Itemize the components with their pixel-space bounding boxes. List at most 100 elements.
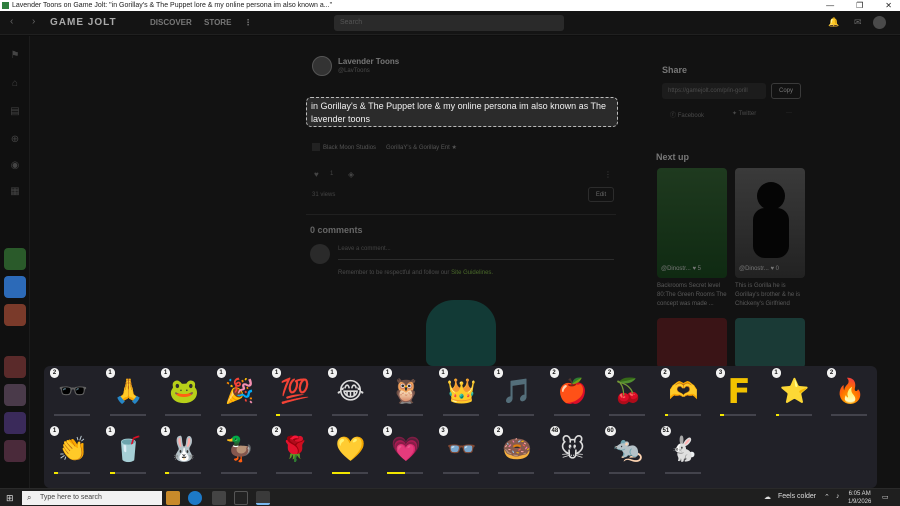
next-up-card[interactable] <box>657 168 727 278</box>
share-url-field[interactable]: https://gamejolt.com/p/in-gorill <box>662 83 766 99</box>
edit-button[interactable]: Edit <box>588 187 614 202</box>
sticker-glasses[interactable]: 👓 3 <box>437 426 485 474</box>
sticker-sponge-heart[interactable]: 💛 1 <box>326 426 374 474</box>
sticker-rose[interactable]: 🌹 2 <box>270 426 318 474</box>
volume-icon[interactable]: ♪ <box>836 493 840 500</box>
sticker-hundred[interactable]: 💯 1 <box>270 368 318 416</box>
search-input[interactable]: Search <box>334 15 564 31</box>
next-up-card[interactable] <box>735 168 805 278</box>
twitter-share-link[interactable]: ✦ Twitter <box>732 110 756 117</box>
author-handle[interactable]: @LavToons <box>338 68 370 74</box>
sponge-heart-icon: 💛 <box>335 436 366 463</box>
app-icon[interactable] <box>212 491 226 505</box>
forward-button[interactable]: › <box>32 16 35 27</box>
sticker-clapping-hands[interactable]: 👏 1 <box>48 426 96 474</box>
sticker-praying-hands[interactable]: 🙏 1 <box>104 368 152 416</box>
like-count: 1 <box>330 171 334 177</box>
site-guidelines-link[interactable]: Site Guidelines. <box>451 270 493 276</box>
close-button[interactable]: ✕ <box>885 0 892 11</box>
left-sidebar: ⚑ ⌂ ▤ ⊕ ◉ ▦ <box>0 36 30 488</box>
chat-icon[interactable]: ✉ <box>854 17 862 28</box>
sticker-heart-hands[interactable]: 🫶 2 <box>659 368 707 416</box>
taskbar-search-input[interactable]: ⌕ Type here to search <box>22 491 162 505</box>
store-sidebar-icon[interactable]: ⌂ <box>9 78 21 90</box>
sticker-sunglasses[interactable]: 🕶️ 2 <box>48 368 96 416</box>
comment-input[interactable]: Leave a comment... <box>338 246 614 260</box>
more-menu-button[interactable]: ⋮ <box>244 18 252 27</box>
sticker-fire[interactable]: 🔥 2 <box>825 368 873 416</box>
community-chip[interactable]: GorillaY's & Gorillay Ent ★ <box>386 142 457 154</box>
community-icon[interactable] <box>4 412 26 434</box>
sticker-green-bunny[interactable]: 🐰 1 <box>159 426 207 474</box>
facebook-share-link[interactable]: ⓕ Facebook <box>670 110 704 119</box>
grid-sidebar-icon[interactable]: ▦ <box>9 186 21 198</box>
taskbar-clock[interactable]: 6:05 AM 1/9/2026 <box>848 490 871 506</box>
sticker-grinning-bunny[interactable]: 🐇 51 <box>659 426 707 474</box>
community-chip[interactable]: Black Moon Studios <box>312 142 376 154</box>
sticker-icon[interactable]: ◈ <box>348 170 354 179</box>
store-link[interactable]: STORE <box>204 18 231 27</box>
weather-status[interactable]: Feels colder <box>778 493 816 500</box>
app-icon[interactable] <box>234 491 248 505</box>
community-icon[interactable] <box>4 384 26 406</box>
back-button[interactable]: ‹ <box>10 16 13 27</box>
sticker-cherries[interactable]: 🍒 2 <box>603 368 651 416</box>
community-icon[interactable] <box>4 304 26 326</box>
sticker-party-popper[interactable]: 🎉 1 <box>215 368 263 416</box>
tiara-icon: 👑 <box>446 378 477 405</box>
user-avatar[interactable] <box>873 16 886 29</box>
author-avatar[interactable] <box>312 56 332 76</box>
sticker-cool-mouse[interactable]: 🐭 48 <box>548 426 596 474</box>
sticker-apple[interactable]: 🍎 2 <box>548 368 596 416</box>
sticker-letter-f[interactable]: F3 <box>714 368 762 416</box>
community-icon[interactable] <box>4 248 26 270</box>
community-icon[interactable] <box>4 356 26 378</box>
cart-sidebar-icon[interactable]: ⊕ <box>9 134 21 146</box>
edge-browser-icon[interactable] <box>188 491 202 505</box>
library-sidebar-icon[interactable]: ▤ <box>9 106 21 118</box>
sticker-chocolate-drink[interactable]: 🥤 1 <box>104 426 152 474</box>
sticker-donut[interactable]: 🍩 2 <box>492 426 540 474</box>
next-up-card[interactable] <box>735 318 805 368</box>
discover-link[interactable]: DISCOVER <box>150 18 192 27</box>
sticker-count: 2 <box>827 368 836 378</box>
community-icon[interactable] <box>4 440 26 462</box>
file-explorer-icon[interactable] <box>166 491 180 505</box>
next-up-user[interactable]: @Dinostr... ♥ 0 <box>739 266 779 272</box>
next-up-likes: 5 <box>697 266 702 272</box>
party-popper-icon: 🎉 <box>224 378 255 405</box>
next-up-likes: 0 <box>775 266 780 272</box>
copy-button[interactable]: Copy <box>771 83 801 99</box>
gamejolt-logo[interactable]: GAME JOLT <box>50 17 117 28</box>
bell-icon[interactable]: 🔔 <box>828 17 839 28</box>
sticker-pink-heart[interactable]: 💗 1 <box>381 426 429 474</box>
sticker-star[interactable]: ⭐ 1 <box>770 368 818 416</box>
share-more-button[interactable]: ··· <box>786 110 792 116</box>
minimize-button[interactable]: — <box>826 0 834 11</box>
author-name[interactable]: Lavender Toons <box>338 57 399 66</box>
maximize-button[interactable]: ❐ <box>856 0 863 11</box>
notification-icon[interactable]: ▭ <box>882 493 889 501</box>
sticker-dizzy-owl[interactable]: 🦉 1 <box>381 368 429 416</box>
sticker-party-frog[interactable]: 🐸 1 <box>159 368 207 416</box>
weather-icon[interactable]: ☁ <box>764 493 771 501</box>
sticker-duck[interactable]: 🦆 2 <box>215 426 263 474</box>
like-icon[interactable]: ♥ <box>314 170 319 179</box>
chat-sidebar-icon[interactable]: ⚑ <box>9 50 21 62</box>
discord-sidebar-icon[interactable]: ◉ <box>9 160 21 172</box>
windows-start-icon[interactable]: ⊞ <box>6 493 14 504</box>
gamejolt-taskbar-icon[interactable] <box>256 491 270 505</box>
sticker-running-mouse[interactable]: 🐀 60 <box>603 426 651 474</box>
sticker-tiara[interactable]: 👑 1 <box>437 368 485 416</box>
sticker-music-notes[interactable]: 🎵 1 <box>492 368 540 416</box>
chevron-up-icon[interactable]: ⌃ <box>824 493 830 501</box>
post-options-icon[interactable]: ⋮ <box>604 170 612 179</box>
sticker-count: 1 <box>771 368 781 378</box>
community-icon[interactable] <box>4 276 26 298</box>
next-up-card[interactable] <box>657 318 727 368</box>
sticker-count: 2 <box>605 368 614 378</box>
sticker-laughing-face[interactable]: 😂 1 <box>326 368 374 416</box>
music-notes-icon: 🎵 <box>502 378 532 405</box>
next-up-user[interactable]: @Dinostr... ♥ 5 <box>661 266 701 272</box>
sticker-progress-bar <box>387 414 423 416</box>
